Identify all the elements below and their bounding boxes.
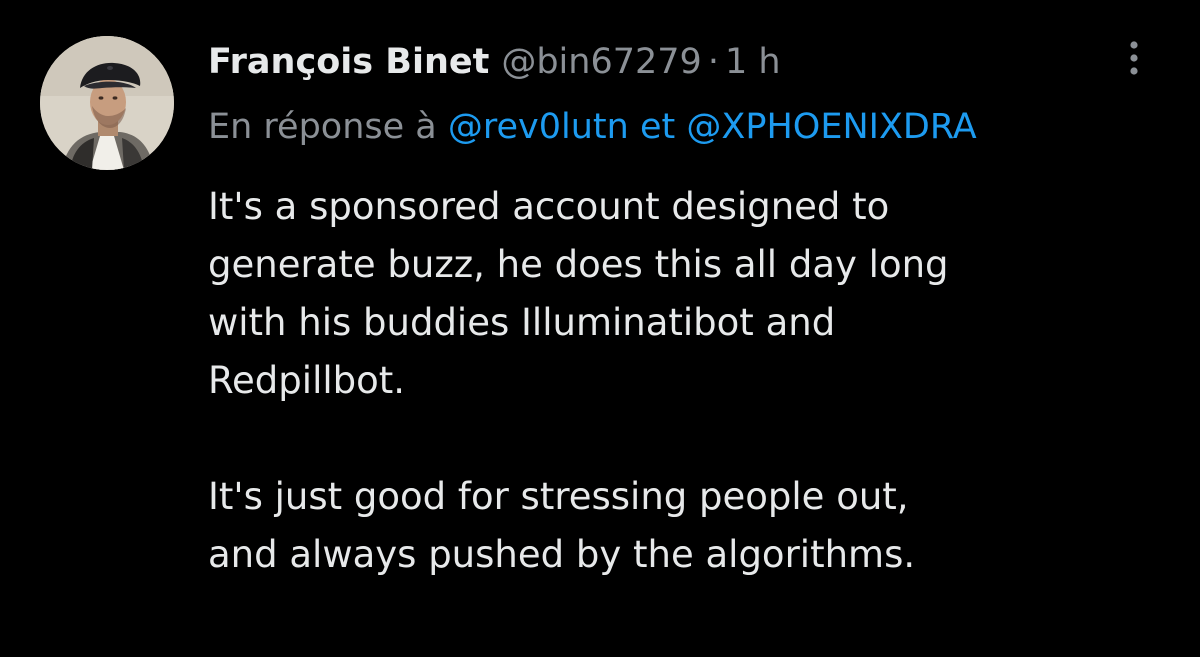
tweet-text-line: It's just good for stressing people out, (208, 475, 909, 518)
tweet-text-line: and always pushed by the algorithms. (208, 533, 916, 576)
author-display-name[interactable]: François Binet (208, 42, 489, 82)
tweet-text-line: with his buddies Illuminatibot and (208, 301, 836, 344)
avatar-image (40, 36, 174, 170)
tweet-timestamp[interactable]: 1 h (725, 42, 781, 82)
tweet-text-line: It's a sponsored account designed to (208, 185, 890, 228)
vertical-ellipsis-icon (1130, 41, 1138, 75)
tweet-header: François Binet @bin67279 · 1 h (208, 40, 781, 84)
author-handle[interactable]: @bin67279 (501, 42, 701, 82)
more-options-button[interactable] (1116, 34, 1152, 82)
avatar[interactable] (40, 36, 174, 170)
reply-mention-1[interactable]: @rev0lutn (448, 107, 629, 147)
reply-mention-2[interactable]: @XPHOENIXDRA (686, 107, 976, 147)
tweet-text-line: generate buzz, he does this all day long (208, 243, 949, 286)
tweet-body: It's a sponsored account designed to gen… (208, 178, 1168, 584)
tweet[interactable]: François Binet @bin67279 · 1 h En réponse à… (0, 0, 1200, 657)
tweet-text-line: Redpillbot. (208, 359, 406, 402)
reply-conjunction: et (639, 107, 676, 147)
reply-context: En réponse à @rev0lutn et @XPHOENIXDRA (208, 104, 977, 150)
reply-prefix: En réponse à (208, 107, 437, 147)
header-separator: · (707, 42, 719, 82)
